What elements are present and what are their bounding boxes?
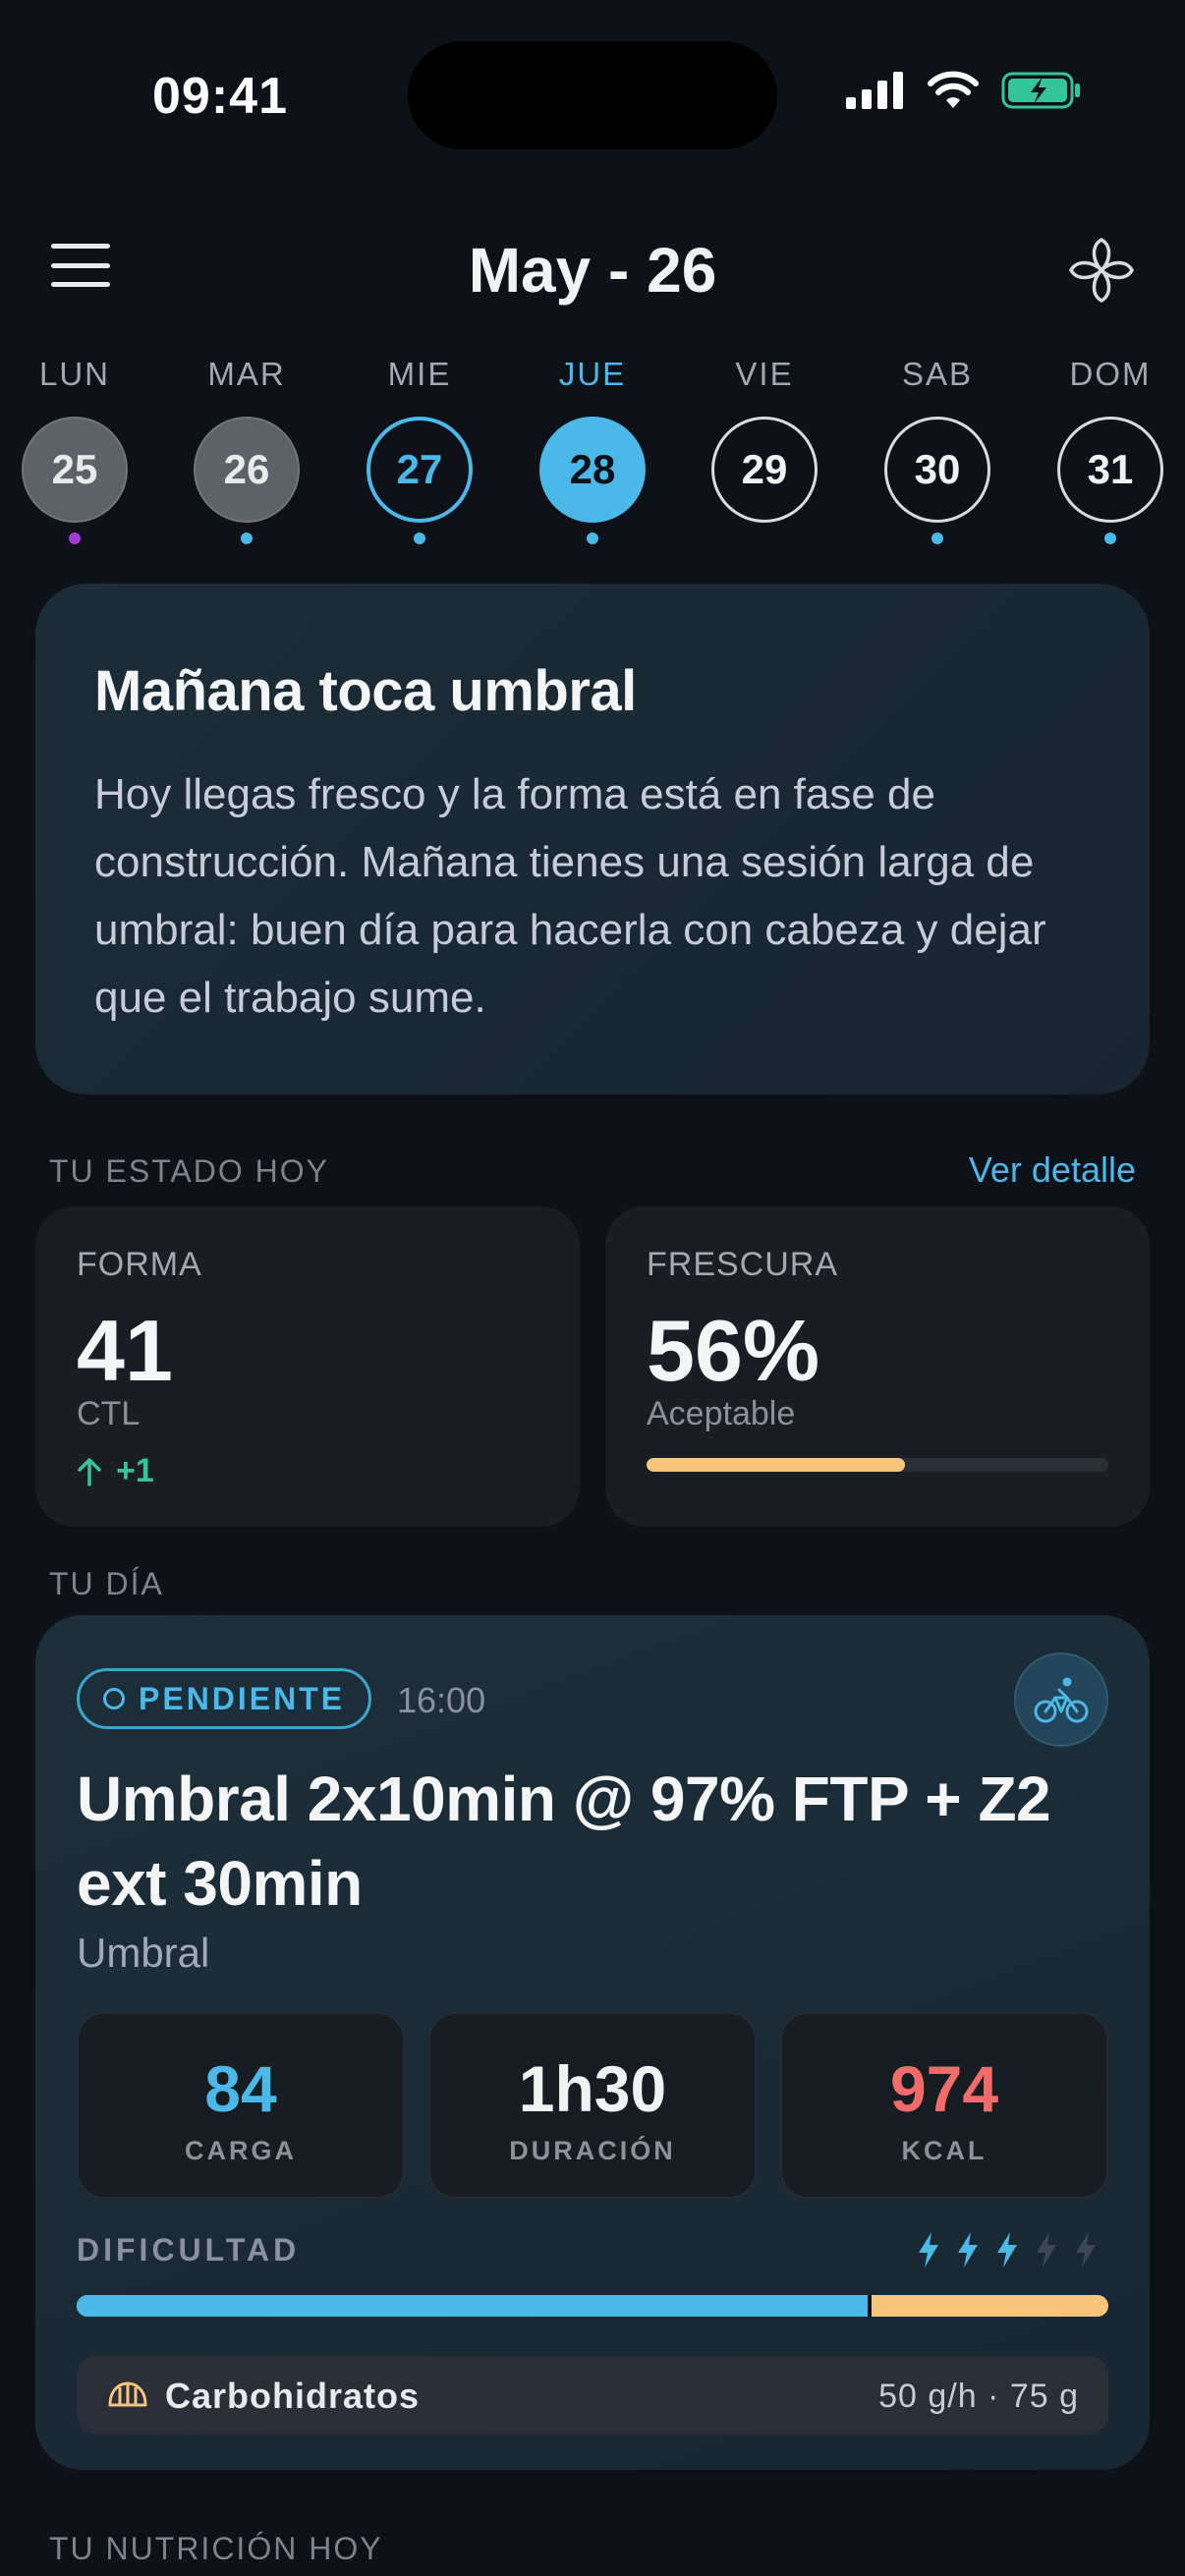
section-title-dia: TU DÍA: [49, 1566, 164, 1601]
status-badge-label: PENDIENTE: [139, 1680, 346, 1716]
day-mie[interactable]: MIE 27: [366, 356, 474, 544]
workout-card[interactable]: PENDIENTE 16:00 Umbral 2x10min @ 97% FTP…: [35, 1615, 1150, 2470]
difficulty-label: DIFICULTAD: [77, 2232, 301, 2268]
section-title-nutricion: TU NUTRICIÓN HOY: [49, 2531, 383, 2566]
ver-detalle-link[interactable]: Ver detalle: [969, 1149, 1136, 1191]
day-label: MAR: [207, 356, 286, 392]
day-number: 26: [194, 417, 300, 523]
day-indicator-dot: [1104, 532, 1116, 544]
carbs-row[interactable]: Carbohidratos 50 g/h · 75 g: [77, 2356, 1108, 2435]
metric-value: 84: [204, 2052, 277, 2125]
screen: 09:41 May - 26 LUN 25 MAR 26 MIE 27 JUE …: [0, 0, 1185, 2576]
difficulty-bar-fill: [77, 2295, 872, 2317]
day-label: JUE: [558, 356, 627, 392]
day-vie[interactable]: VIE 29: [710, 356, 818, 523]
forma-delta-value: +1: [116, 1452, 154, 1489]
forma-label: FORMA: [77, 1246, 202, 1283]
day-label: DOM: [1069, 356, 1152, 392]
day-mar[interactable]: MAR 26: [193, 356, 301, 544]
day-lun[interactable]: LUN 25: [21, 356, 129, 544]
day-number: 29: [711, 417, 818, 523]
day-number: 30: [884, 417, 990, 523]
difficulty-rating: [916, 2230, 1099, 2269]
bolt-icon: [958, 2232, 978, 2268]
day-dom[interactable]: DOM 31: [1056, 356, 1164, 544]
bread-icon: [108, 2381, 147, 2407]
day-indicator-dot: [931, 532, 943, 544]
frescura-sub: Aceptable: [647, 1395, 796, 1432]
metric-kcal: 974 KCAL: [780, 2012, 1108, 2199]
metric-carga: 84 CARGA: [77, 2012, 405, 2199]
metric-value: 1h30: [518, 2052, 667, 2125]
insight-body: Hoy llegas fresco y la forma está en fas…: [94, 770, 1046, 1022]
forma-sub: CTL: [77, 1395, 141, 1432]
difficulty-bar-track: [77, 2295, 1108, 2317]
forma-card[interactable]: FORMA 41 CTL +1: [35, 1206, 580, 1527]
insight-title: Mañana toca umbral: [94, 659, 637, 723]
bolt-icon: [919, 2232, 938, 2268]
frescura-progress-fill: [647, 1458, 906, 1472]
bolt-icon: [997, 2232, 1017, 2268]
day-label: VIE: [735, 356, 794, 392]
arrow-up-icon: [78, 1457, 101, 1486]
frescura-value: 56%: [647, 1302, 820, 1399]
day-jue[interactable]: JUE 28: [538, 356, 647, 544]
carbs-value: 50 g/h · 75 g: [878, 2378, 1079, 2415]
bike-icon[interactable]: [1014, 1652, 1108, 1747]
day-number: 27: [367, 417, 473, 523]
week-strip: LUN 25 MAR 26 MIE 27 JUE 28 VIE 29 SAB 3…: [0, 356, 1185, 562]
insight-card[interactable]: Mañana toca umbral Hoy llegas fresco y l…: [35, 584, 1150, 1094]
status-icons: [846, 71, 1082, 110]
page-title: May - 26: [468, 235, 717, 306]
day-label: LUN: [38, 356, 111, 392]
frescura-label: FRESCURA: [647, 1246, 839, 1283]
day-number: 25: [22, 417, 128, 523]
day-indicator-dot: [414, 532, 425, 544]
metric-label: CARGA: [185, 2136, 297, 2165]
metric-label: DURACIÓN: [509, 2136, 676, 2165]
carbs-label: Carbohidratos: [165, 2376, 421, 2416]
frescura-progress-track: [647, 1458, 1108, 1472]
metric-label: KCAL: [901, 2136, 988, 2165]
top-bar: May - 26: [0, 216, 1185, 314]
day-indicator-dot: [241, 532, 253, 544]
section-title-estado: TU ESTADO HOY: [49, 1153, 329, 1189]
metric-duracion: 1h30 DURACIÓN: [428, 2012, 757, 2199]
day-number: 28: [539, 417, 646, 523]
wifi-icon: [928, 71, 979, 108]
pending-circle-icon: [103, 1688, 125, 1709]
status-time: 09:41: [152, 68, 288, 125]
day-sab[interactable]: SAB 30: [883, 356, 991, 544]
day-number: 31: [1057, 417, 1163, 523]
workout-time: 16:00: [397, 1680, 486, 1720]
flower-settings-icon[interactable]: [1063, 232, 1140, 308]
forma-value: 41: [77, 1302, 173, 1399]
workout-title: Umbral 2x10min @ 97% FTP + Z2 ext 30min: [77, 1764, 1051, 1919]
metric-value: 974: [889, 2052, 999, 2125]
status-bar: 09:41: [0, 0, 1185, 187]
frescura-card[interactable]: FRESCURA 56% Aceptable: [605, 1206, 1150, 1527]
forma-delta: +1: [77, 1452, 154, 1490]
day-label: MIE: [387, 356, 452, 392]
signal-icon: [846, 72, 903, 109]
bolt-icon: [1037, 2232, 1056, 2268]
status-badge: PENDIENTE: [77, 1668, 372, 1729]
battery-charging-icon: [1001, 72, 1080, 109]
bolt-icon: [1076, 2232, 1096, 2268]
dynamic-island: [408, 41, 777, 149]
day-label: SAB: [901, 356, 974, 392]
workout-type: Umbral: [77, 1930, 210, 1976]
day-indicator-dot: [69, 532, 81, 544]
day-indicator-dot: [587, 532, 598, 544]
